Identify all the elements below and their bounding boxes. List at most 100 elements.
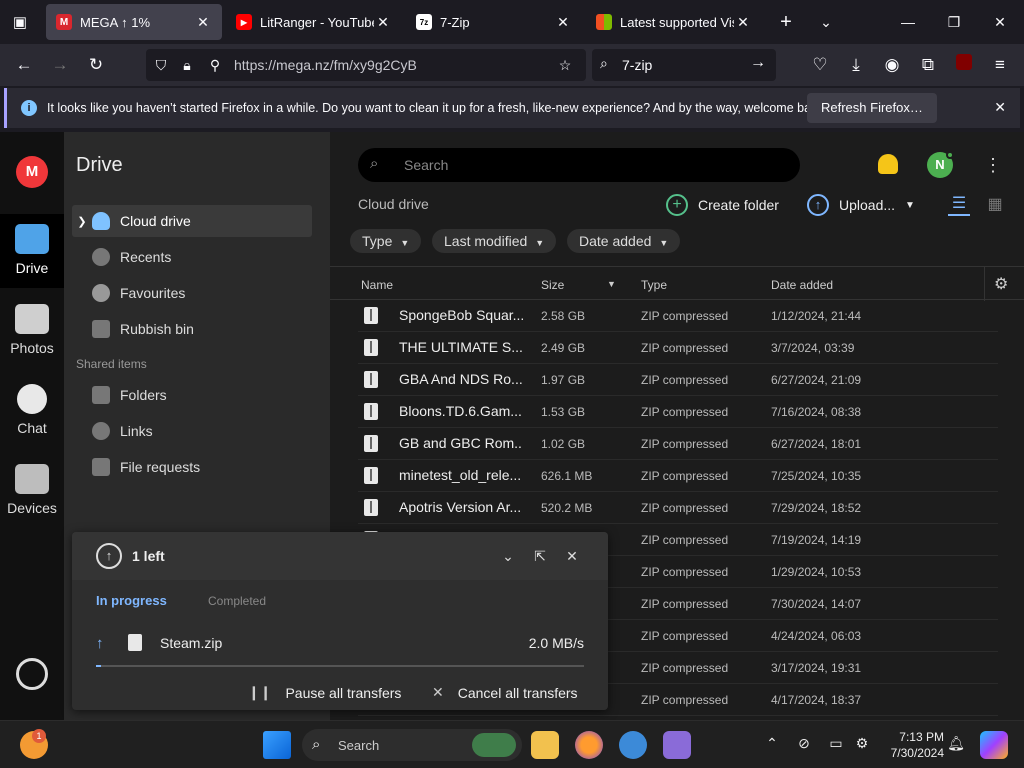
browser-search-bar[interactable]: ⌕ 7-zip → bbox=[592, 49, 776, 81]
table-row[interactable]: THE ULTIMATE S... 2.49 GB ZIP compressed… bbox=[358, 332, 998, 364]
close-tab-icon[interactable]: ✕ bbox=[374, 14, 392, 31]
transfer-speed: 2.0 MB/s bbox=[528, 635, 584, 651]
sort-descending-icon[interactable]: ▼ bbox=[607, 279, 616, 289]
search-input[interactable]: Search bbox=[404, 157, 448, 173]
rail-item-photos[interactable]: Photos bbox=[0, 294, 64, 368]
rail-item-chat[interactable]: Chat bbox=[0, 374, 64, 448]
tab-mega[interactable]: M MEGA ↑ 1% ✕ bbox=[46, 4, 222, 40]
firefox-icon[interactable] bbox=[575, 731, 603, 759]
rail-item-devices[interactable]: Devices bbox=[0, 454, 64, 528]
chevron-down-icon: ▼ bbox=[659, 238, 669, 248]
forward-button[interactable]: → bbox=[46, 52, 74, 78]
refresh-firefox-button[interactable]: Refresh Firefox… bbox=[807, 93, 937, 123]
sidebar-item-file-requests[interactable]: File requests bbox=[72, 451, 312, 483]
sidebar-item-favourites[interactable]: Favourites bbox=[72, 277, 312, 309]
grid-view-icon[interactable]: ▦ bbox=[984, 194, 1006, 216]
lock-icon[interactable]: 🔒︎ bbox=[176, 54, 198, 76]
network-off-icon[interactable]: ⊘ bbox=[794, 735, 814, 752]
rail-item-drive[interactable]: Drive bbox=[0, 214, 64, 288]
extensions-icon[interactable]: ⧉ bbox=[914, 52, 942, 78]
file-date: 3/7/2024, 03:39 bbox=[771, 341, 855, 355]
column-name[interactable]: Name bbox=[361, 278, 393, 292]
copilot-icon[interactable] bbox=[980, 731, 1008, 759]
file-explorer-icon[interactable] bbox=[531, 731, 559, 759]
search-go-icon[interactable]: → bbox=[750, 54, 766, 72]
tab-youtube[interactable]: ▶ LitRanger - YouTube ✕ bbox=[226, 4, 402, 40]
filter-last-modified[interactable]: Last modified ▼ bbox=[432, 229, 557, 253]
open-transfer-page-icon[interactable]: ⇱ bbox=[530, 546, 550, 566]
back-button[interactable]: ← bbox=[10, 52, 38, 78]
maximize-button[interactable]: ❐ bbox=[934, 8, 974, 36]
table-row[interactable]: GBA And NDS Ro... 1.97 GB ZIP compressed… bbox=[358, 364, 998, 396]
tab-7zip[interactable]: 7z 7-Zip ✕ bbox=[406, 4, 582, 40]
notification-bell-icon[interactable]: 🔔︎ bbox=[946, 735, 966, 752]
new-tab-button[interactable]: + bbox=[774, 10, 798, 34]
search-field[interactable]: ⌕ Search bbox=[358, 148, 800, 182]
bookmark-star-icon[interactable]: ☆ bbox=[554, 54, 576, 76]
expand-caret-icon[interactable]: ❯ bbox=[72, 215, 92, 228]
taskbar-search[interactable]: ⌕ Search bbox=[302, 729, 522, 761]
more-options-icon[interactable]: ⋮ bbox=[984, 154, 1002, 176]
close-window-button[interactable]: ✕ bbox=[980, 8, 1020, 36]
reload-button[interactable]: ↻ bbox=[82, 52, 110, 78]
downloads-icon[interactable]: ⤓ bbox=[842, 52, 870, 78]
app-icon[interactable] bbox=[663, 731, 691, 759]
pocket-icon[interactable]: ♡ bbox=[806, 52, 834, 78]
column-size[interactable]: Size bbox=[541, 278, 564, 292]
chevron-down-icon[interactable]: ▼ bbox=[905, 200, 915, 211]
mega-logo[interactable]: M bbox=[16, 156, 48, 188]
collapse-chevron-icon[interactable]: ⌄ bbox=[498, 546, 518, 566]
permissions-icon[interactable]: ⚲ bbox=[204, 54, 226, 76]
input-method-icon[interactable]: ⚙ bbox=[852, 735, 872, 752]
sidebar-item-recents[interactable]: Recents bbox=[72, 241, 312, 273]
trash-icon bbox=[92, 320, 110, 338]
sidebar-item-cloud-drive[interactable]: ❯ Cloud drive bbox=[72, 205, 312, 237]
qbittorrent-icon[interactable] bbox=[619, 731, 647, 759]
close-tab-icon[interactable]: ✕ bbox=[194, 14, 212, 31]
url-bar[interactable]: ⛉ 🔒︎ ⚲ https://mega.nz/fm/xy9g2CyB ☆ bbox=[146, 49, 586, 81]
sidebar-item-folders[interactable]: Folders bbox=[72, 379, 312, 411]
close-icon[interactable]: ✕ bbox=[562, 546, 582, 566]
minimize-button[interactable]: — bbox=[888, 8, 928, 36]
cancel-all-button[interactable]: ✕ Cancel all transfers bbox=[432, 684, 578, 701]
tab-completed[interactable]: Completed bbox=[208, 594, 266, 608]
pause-all-button[interactable]: ❙❙ Pause all transfers bbox=[248, 684, 401, 701]
tab-visual-cpp[interactable]: Latest supported Visual ✕ bbox=[586, 4, 762, 40]
upload-button[interactable]: ↑ Upload... ▼ bbox=[807, 192, 915, 218]
mega-favicon-icon: M bbox=[56, 14, 72, 30]
url-text[interactable]: https://mega.nz/fm/xy9g2CyB bbox=[234, 57, 417, 73]
gear-icon[interactable]: ⚙ bbox=[994, 274, 1008, 294]
table-row[interactable]: Bloons.TD.6.Gam... 1.53 GB ZIP compresse… bbox=[358, 396, 998, 428]
show-hidden-icons-chevron-icon[interactable]: ⌃ bbox=[762, 735, 782, 752]
account-icon[interactable]: ◉ bbox=[878, 52, 906, 78]
list-all-tabs-icon[interactable]: ⌄ bbox=[814, 10, 838, 34]
tab-in-progress[interactable]: In progress bbox=[96, 593, 167, 608]
table-row[interactable]: GB and GBC Rom... 1.02 GB ZIP compressed… bbox=[358, 428, 998, 460]
table-row[interactable]: Apotris Version Ar... 520.2 MB ZIP compr… bbox=[358, 492, 998, 524]
create-folder-button[interactable]: + Create folder bbox=[666, 192, 779, 218]
windows-start-icon[interactable] bbox=[263, 731, 291, 759]
ublock-icon[interactable] bbox=[950, 52, 978, 78]
notifications-bell-icon[interactable] bbox=[878, 154, 898, 174]
column-type[interactable]: Type bbox=[641, 278, 667, 292]
column-date-added[interactable]: Date added bbox=[771, 278, 833, 292]
breadcrumb[interactable]: Cloud drive bbox=[358, 196, 429, 212]
table-row[interactable]: minetest_old_rele... 626.1 MB ZIP compre… bbox=[358, 460, 998, 492]
filter-date-added[interactable]: Date added ▼ bbox=[567, 229, 681, 253]
file-name: GB and GBC Rom... bbox=[399, 435, 523, 451]
list-view-icon[interactable]: ☰ bbox=[948, 194, 970, 216]
close-tab-icon[interactable]: ✕ bbox=[734, 14, 752, 31]
firefox-view-icon[interactable]: ▣ bbox=[8, 10, 32, 34]
sidebar-item-rubbish-bin[interactable]: Rubbish bin bbox=[72, 313, 312, 345]
display-icon[interactable]: ▭ bbox=[826, 735, 846, 752]
system-clock[interactable]: 7:13 PM 7/30/2024 bbox=[880, 729, 944, 761]
close-notification-icon[interactable]: ✕ bbox=[994, 99, 1006, 116]
tracking-shield-icon[interactable]: ⛉ bbox=[150, 54, 172, 76]
sidebar-item-links[interactable]: Links bbox=[72, 415, 312, 447]
search-query[interactable]: 7-zip bbox=[622, 57, 652, 73]
filter-type[interactable]: Type ▼ bbox=[350, 229, 422, 253]
transfer-manager-icon[interactable] bbox=[16, 658, 48, 690]
menu-icon[interactable]: ≡ bbox=[986, 52, 1014, 78]
close-tab-icon[interactable]: ✕ bbox=[554, 14, 572, 31]
table-row[interactable]: SpongeBob Squar... 2.58 GB ZIP compresse… bbox=[358, 300, 998, 332]
